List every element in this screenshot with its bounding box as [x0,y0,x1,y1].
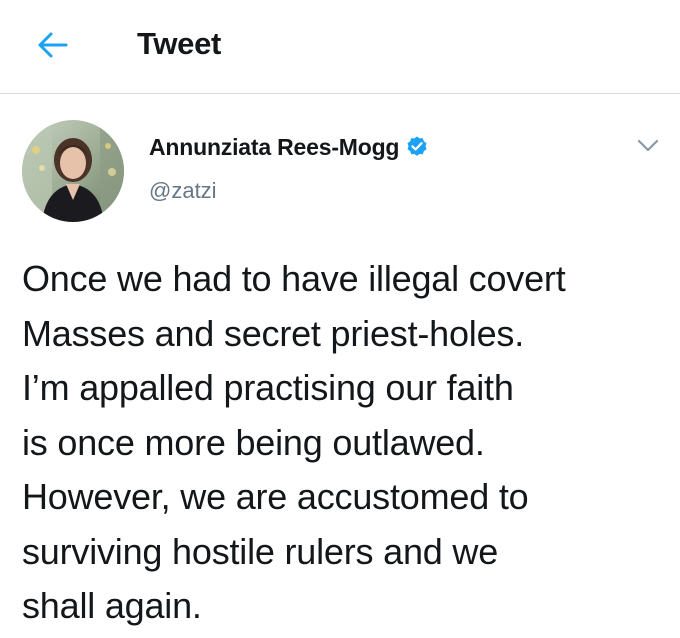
avatar[interactable] [22,120,124,222]
verified-badge-icon [405,135,429,159]
author-display-name[interactable]: Annunziata Rees-Mogg [149,134,399,161]
author-handle[interactable]: @zatzi [149,176,217,206]
back-arrow-icon [38,32,68,58]
tweet-page: Tweet Annunziata Rees-Mogg @zatzi Once w… [0,0,680,638]
profile-photo [22,120,124,222]
more-options-button[interactable] [632,132,664,160]
back-button[interactable] [30,22,76,68]
top-bar: Tweet [0,0,680,94]
tweet-text: Once we had to have illegal covert Masse… [22,258,566,626]
chevron-down-icon [637,139,659,152]
author-name-row[interactable]: Annunziata Rees-Mogg [149,130,429,164]
page-title: Tweet [137,26,222,61]
